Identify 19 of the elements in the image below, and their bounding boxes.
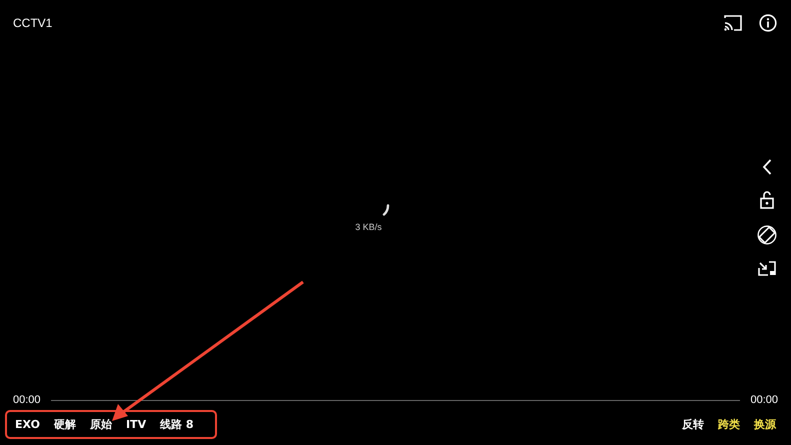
player-option-button[interactable]: 线路 8 bbox=[157, 416, 197, 432]
player-option-button[interactable]: 原始 bbox=[86, 416, 115, 432]
back-icon[interactable] bbox=[762, 159, 772, 175]
download-speed: 3 KB/s bbox=[355, 222, 382, 232]
loading-spinner-icon bbox=[382, 204, 390, 216]
player-option-button[interactable]: 换源 bbox=[751, 416, 779, 432]
rotate-screen-icon[interactable] bbox=[757, 225, 777, 245]
player-option-button[interactable]: 跨类 bbox=[715, 416, 743, 432]
cast-icon[interactable] bbox=[723, 15, 743, 31]
current-time: 00:00 bbox=[13, 394, 41, 406]
total-time: 00:00 bbox=[750, 394, 778, 406]
player-option-button[interactable]: ITV bbox=[122, 416, 150, 432]
info-icon[interactable] bbox=[759, 14, 777, 32]
player-option-button[interactable]: 反转 bbox=[679, 416, 707, 432]
channel-title: CCTV1 bbox=[13, 16, 52, 30]
unlocked-icon[interactable] bbox=[760, 191, 774, 209]
player-option-button[interactable]: 硬解 bbox=[50, 416, 79, 432]
aspect-ratio-icon[interactable] bbox=[758, 261, 776, 277]
player-option-button[interactable]: EXO bbox=[12, 416, 43, 432]
